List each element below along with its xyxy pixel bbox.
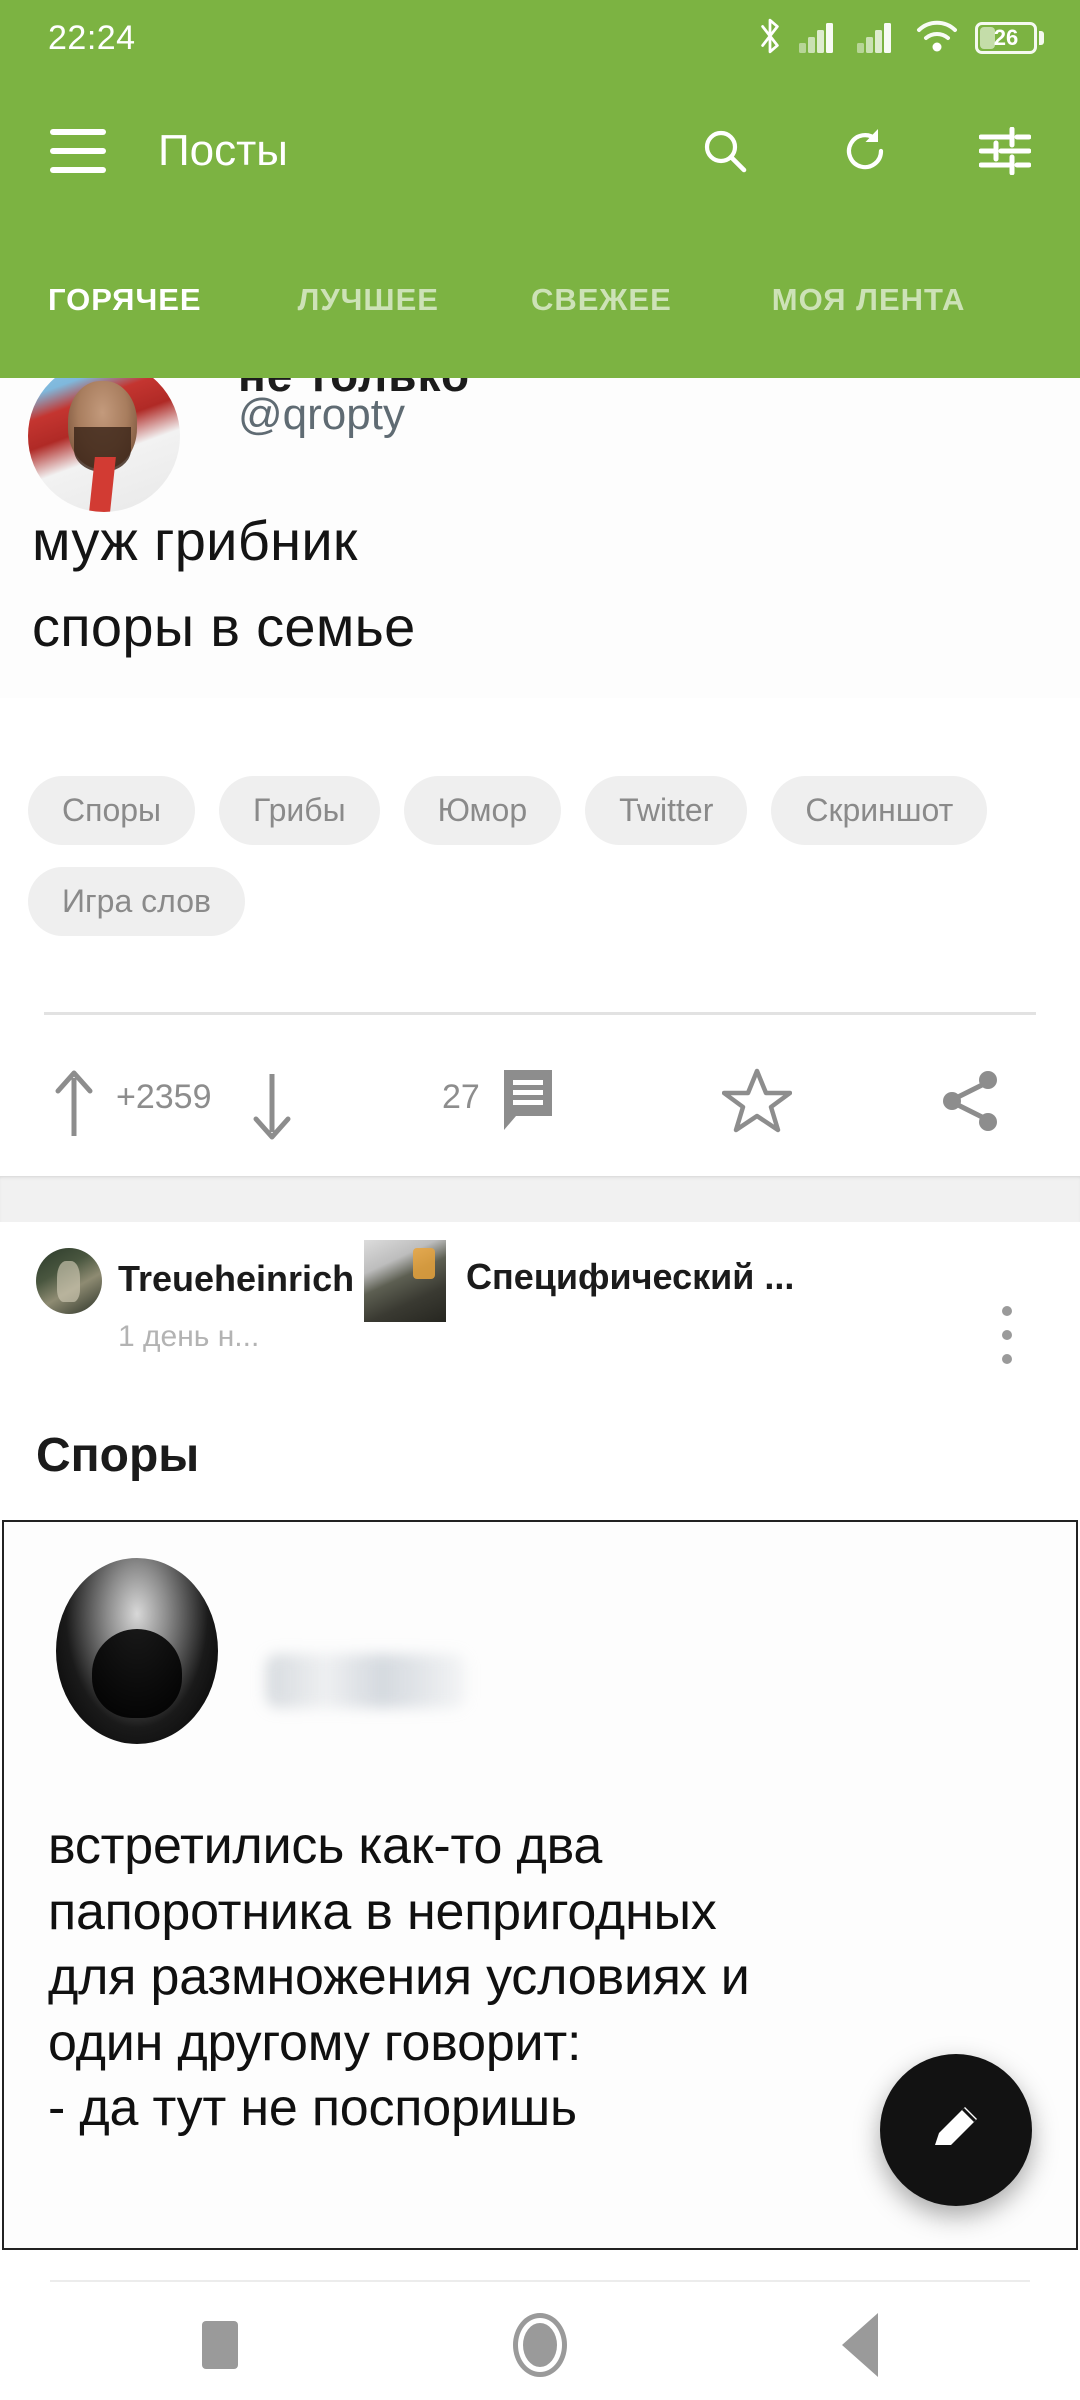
- tag-chip[interactable]: Споры: [28, 776, 196, 845]
- status-bar-clock: 22:24: [48, 18, 136, 57]
- tab-fresh[interactable]: СВЕЖЕЕ: [531, 282, 672, 318]
- arrow-up-icon[interactable]: [52, 1070, 96, 1140]
- tag-chip[interactable]: Юмор: [403, 776, 562, 845]
- refresh-icon[interactable]: [836, 122, 894, 180]
- post-2-author-avatar[interactable]: [36, 1248, 102, 1314]
- post-2-text-line: один другому говорит:: [48, 2013, 582, 2072]
- post-1-screenshot-avatar: [28, 378, 180, 512]
- post-2-screenshot-avatar: [56, 1558, 218, 1744]
- kebab-menu-icon[interactable]: [982, 1300, 1032, 1370]
- post-1-divider: [44, 1012, 1036, 1015]
- tab-hot[interactable]: ГОРЯЧЕЕ: [48, 282, 202, 318]
- post-2-community-name[interactable]: Специфический ...: [466, 1256, 794, 1298]
- top-toolbar: Посты: [0, 96, 1080, 206]
- post-1-screenshot-handle: @qropty: [238, 390, 405, 439]
- status-bar: 22:24 26: [0, 0, 1080, 76]
- recents-square-icon[interactable]: [145, 2290, 295, 2400]
- bluetooth-icon: [757, 17, 783, 60]
- post-2-text-line: папоротника в непригодных: [48, 1882, 717, 1941]
- app-header: 22:24 26 Посты ГОРЯЧЕЕ ЛУЧШЕЕ СВЕЖЕЕ МОЯ…: [0, 0, 1080, 378]
- post-1-screenshot-line-1: муж грибник: [32, 509, 358, 572]
- home-circle-icon[interactable]: [465, 2290, 615, 2400]
- android-navigation-bar: [0, 2290, 1080, 2400]
- back-triangle-icon[interactable]: [785, 2290, 935, 2400]
- post-2-title[interactable]: Споры: [36, 1428, 199, 1483]
- toolbar-actions: [696, 122, 1034, 180]
- comment-icon[interactable]: [500, 1068, 556, 1132]
- post-2-timestamp: 1 день н...: [118, 1320, 260, 1353]
- post-2-author-name[interactable]: Treueheinrich: [118, 1258, 354, 1300]
- signal-2-icon: [857, 19, 899, 58]
- battery-icon: 26: [975, 22, 1044, 54]
- tab-bar: ГОРЯЧЕЕ ЛУЧШЕЕ СВЕЖЕЕ МОЯ ЛЕНТА: [0, 258, 1080, 378]
- post-1-score: +2359: [116, 1078, 212, 1116]
- post-2-text-line: встретились как-то два: [48, 1817, 603, 1875]
- search-icon[interactable]: [696, 122, 754, 180]
- tag-chip[interactable]: Twitter: [585, 776, 748, 845]
- tab-best[interactable]: ЛУЧШЕЕ: [298, 282, 439, 318]
- tag-chip[interactable]: Игра слов: [28, 867, 245, 936]
- filter-icon[interactable]: [976, 122, 1034, 180]
- post-separator: [0, 1176, 1080, 1222]
- battery-percent-label: 26: [993, 25, 1019, 50]
- tab-my-feed[interactable]: МОЯ ЛЕНТА: [772, 282, 966, 318]
- post-1-action-bar: +2359 27: [0, 1050, 1080, 1160]
- post-1-media[interactable]: не только @qropty муж грибник споры в се…: [0, 378, 1080, 698]
- arrow-down-icon[interactable]: [250, 1070, 294, 1140]
- post-1-tags: Споры Грибы Юмор Twitter Скриншот Игра с…: [28, 776, 1052, 936]
- post-1-comment-count: 27: [442, 1078, 480, 1116]
- wifi-icon: [915, 19, 959, 58]
- post-1-screenshot-line-2: споры в семье: [32, 595, 416, 658]
- app-root: 22:24 26 Посты ГОРЯЧЕЕ ЛУЧШЕЕ СВЕЖЕЕ МОЯ…: [0, 0, 1080, 2400]
- signal-1-icon: [799, 19, 841, 58]
- share-icon[interactable]: [938, 1068, 1004, 1134]
- post-2-community-avatar[interactable]: [364, 1240, 446, 1322]
- tag-chip[interactable]: Грибы: [219, 776, 380, 845]
- pencil-edit-icon: [925, 2097, 987, 2164]
- page-title: Посты: [158, 126, 288, 175]
- hamburger-menu-icon[interactable]: [50, 129, 106, 173]
- tag-chip[interactable]: Скриншот: [771, 776, 988, 845]
- post-2-screenshot-username-blurred: [266, 1654, 466, 1708]
- create-post-fab[interactable]: [880, 2054, 1032, 2206]
- star-icon[interactable]: [722, 1066, 792, 1136]
- status-bar-icons: 26: [757, 17, 1044, 60]
- post-2-divider: [50, 2280, 1030, 2282]
- post-2-text-line: для размножения условиях и: [48, 1948, 750, 2007]
